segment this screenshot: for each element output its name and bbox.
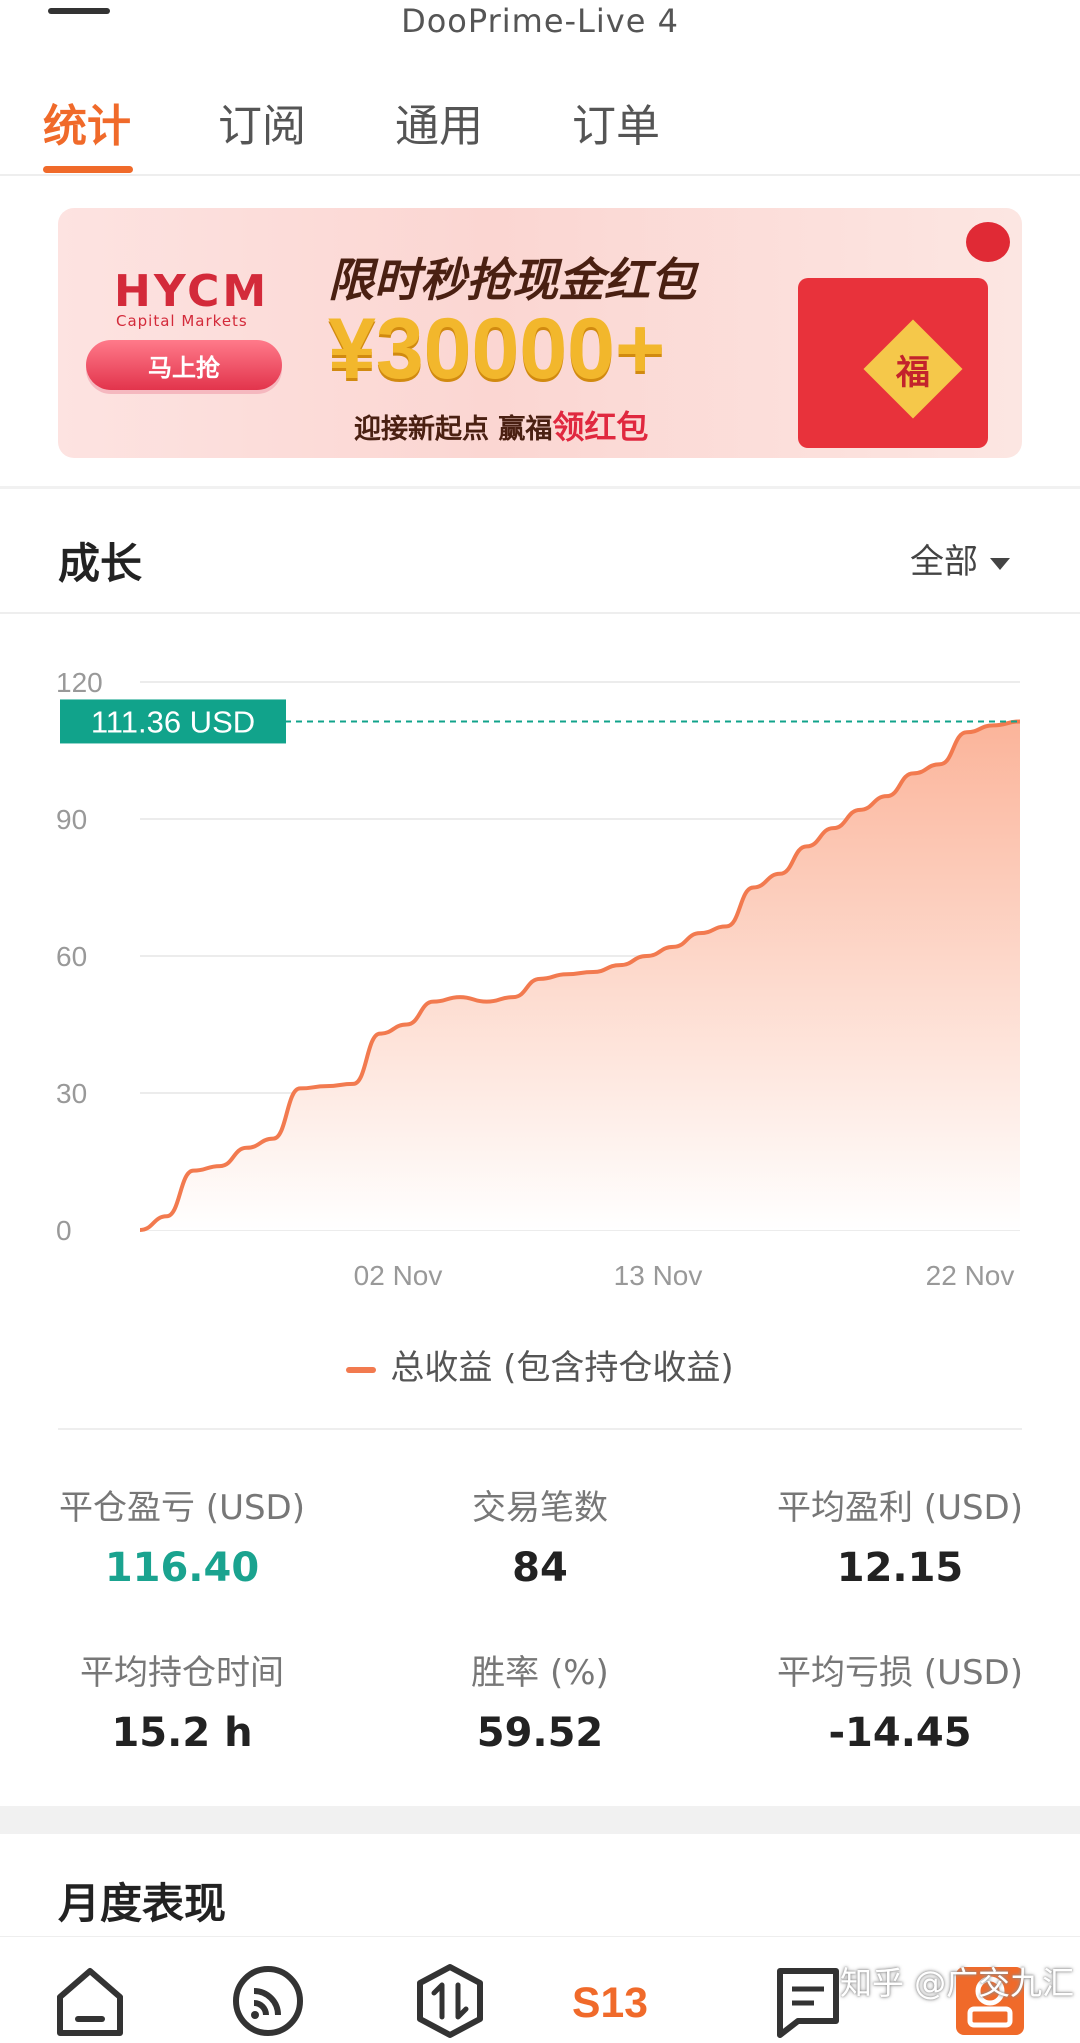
- legend-label: 总收益 (包含持仓收益): [390, 1348, 734, 1388]
- section-gap: [0, 1806, 1080, 1834]
- tab-subscribe[interactable]: 订阅: [218, 90, 306, 154]
- promo-subtitle: 迎接新起点 赢福领红包: [354, 402, 648, 448]
- fortune-char: 福: [896, 352, 930, 393]
- promo-subtitle-text: 迎接新起点 赢福: [354, 414, 553, 445]
- page: DooPrime-Live 4 统计 订阅 通用 订单 HYCM Capital…: [0, 0, 1080, 2043]
- s13-logo[interactable]: S13: [570, 1961, 690, 2041]
- range-dropdown-label: 全部: [910, 542, 978, 582]
- win-rate-value: 59.52: [476, 1710, 604, 1756]
- avg-profit-value: 12.15: [836, 1545, 964, 1591]
- growth-chart: 0 30 60 90 120 111.36 USD 02 Nov 13 Nov 22 Nov: [0, 640, 1080, 1300]
- brand-logo: HYCM: [114, 266, 270, 317]
- trade-icon[interactable]: [410, 1961, 490, 2041]
- avg-hold-time-label: 平均持仓时间: [80, 1653, 284, 1693]
- header-divider: [0, 612, 1080, 614]
- x-tick-label: 13 Nov: [614, 1260, 703, 1291]
- promo-amount: ¥30000+: [328, 301, 666, 397]
- feed-icon[interactable]: [228, 1961, 308, 2041]
- avg-loss-label: 平均亏损 (USD): [777, 1653, 1023, 1693]
- avg-loss-value: -14.45: [828, 1710, 972, 1756]
- monthly-performance-title: 月度表现: [58, 1879, 227, 1928]
- y-tick-label: 0: [56, 1215, 72, 1246]
- y-tick-label: 60: [56, 941, 87, 972]
- closed-pnl-label: 平仓盈亏 (USD): [59, 1488, 305, 1528]
- win-rate-label: 胜率 (%): [471, 1653, 609, 1693]
- legend-swatch: [346, 1366, 377, 1373]
- y-tick-label: 120: [56, 667, 103, 698]
- y-tick-label: 90: [56, 804, 87, 835]
- trade-count-value: 84: [512, 1545, 568, 1591]
- chart-legend: 总收益 (包含持仓收益): [0, 1340, 1080, 1389]
- grab-now-button[interactable]: 马上抢: [86, 340, 282, 390]
- brand-subtitle: Capital Markets: [116, 312, 248, 330]
- y-tick-label: 30: [56, 1078, 87, 1109]
- home-icon[interactable]: [50, 1961, 130, 2041]
- growth-title: 成长: [58, 539, 143, 588]
- section-divider: [0, 486, 1080, 489]
- active-tab-indicator: [43, 166, 133, 173]
- closed-pnl-value: 116.40: [104, 1545, 260, 1591]
- promo-banner[interactable]: HYCM Capital Markets 马上抢 限时秒抢现金红包 ¥30000…: [58, 208, 1022, 458]
- app-title: DooPrime-Live 4: [401, 2, 679, 40]
- chevron-down-icon: [990, 557, 1010, 570]
- tab-statistics[interactable]: 统计: [43, 90, 131, 154]
- lantern-icon: [966, 222, 1010, 262]
- growth-chart-svg: 0 30 60 90 120 111.36 USD 02 Nov 13 Nov 22 Nov: [56, 667, 1021, 1291]
- avg-hold-time-value: 15.2 h: [111, 1710, 253, 1756]
- current-value-label: 111.36 USD: [91, 704, 255, 739]
- tab-bar: 统计 订阅 通用 订单: [0, 80, 1080, 176]
- promo-subtitle-highlight: 领红包: [552, 408, 649, 446]
- avg-profit-label: 平均盈利 (USD): [777, 1488, 1023, 1528]
- x-tick-label: 02 Nov: [354, 1260, 443, 1291]
- message-icon[interactable]: [768, 1961, 848, 2041]
- trade-count-label: 交易笔数: [472, 1488, 608, 1528]
- stats-divider: [58, 1428, 1022, 1430]
- tab-general[interactable]: 通用: [395, 90, 483, 154]
- s13-logo-text: S13: [572, 1979, 648, 2027]
- x-tick-label: 22 Nov: [926, 1260, 1015, 1291]
- watermark: 知乎 @广交九汇: [840, 1964, 1075, 2002]
- fortune-icon: 福: [863, 319, 963, 419]
- tab-orders[interactable]: 订单: [572, 90, 660, 154]
- range-dropdown[interactable]: 全部: [910, 534, 1010, 583]
